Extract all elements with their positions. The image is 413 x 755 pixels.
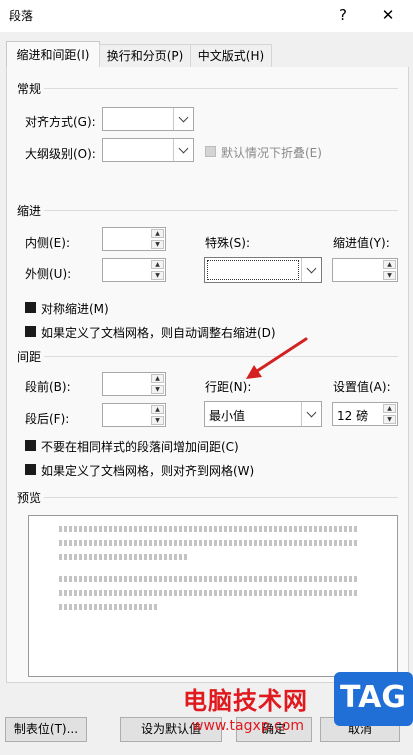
special-indent-label: 特殊(S):	[205, 236, 251, 250]
close-icon: ✕	[381, 6, 395, 24]
mirror-indent-label: 对称缩进(M)	[41, 302, 109, 316]
watermark-site-name: 电脑技术网	[183, 687, 308, 715]
space-after-label: 段后(F):	[25, 412, 70, 426]
space-before-spinner[interactable]: ▲ ▼	[102, 372, 166, 396]
logo-text: TAG	[340, 680, 406, 715]
annotation-arrow-icon	[246, 337, 308, 379]
help-button[interactable]: ?	[331, 4, 355, 26]
preview-line	[59, 590, 359, 596]
space-after-spinner[interactable]: ▲ ▼	[102, 403, 166, 427]
spin-up-icon[interactable]: ▲	[151, 405, 164, 414]
divider	[44, 88, 398, 89]
spin-down-icon[interactable]: ▼	[383, 415, 396, 424]
snap-to-grid-checkbox[interactable]	[25, 464, 36, 475]
outline-level-label: 大纲级别(O):	[25, 147, 96, 161]
chevron-down-icon	[173, 139, 193, 161]
close-button[interactable]: ✕	[376, 4, 400, 26]
spin-up-icon[interactable]: ▲	[383, 260, 396, 269]
preview-pane	[28, 515, 398, 677]
preview-line	[59, 526, 359, 532]
tab-indent-spacing[interactable]: 缩进和间距(I)	[6, 41, 100, 69]
inner-indent-spinner[interactable]: ▲ ▼	[102, 227, 166, 251]
alignment-label: 对齐方式(G):	[25, 115, 96, 129]
spin-down-icon[interactable]: ▼	[383, 271, 396, 280]
window-title: 段落	[9, 9, 34, 23]
line-spacing-combo[interactable]: 最小值	[204, 401, 322, 427]
tab-asian-typography[interactable]: 中文版式(H)	[190, 44, 272, 67]
tabs-button[interactable]: 制表位(T)...	[5, 717, 87, 742]
chevron-down-icon	[301, 402, 321, 426]
preview-line	[59, 540, 359, 546]
section-indent-heading: 缩进	[17, 204, 42, 218]
section-spacing-heading: 间距	[17, 350, 42, 364]
no-space-same-style-label: 不要在相同样式的段落间增加间距(C)	[41, 440, 239, 454]
divider	[44, 497, 398, 498]
section-general-heading: 常规	[17, 82, 42, 96]
spin-up-icon[interactable]: ▲	[151, 229, 164, 238]
line-spacing-value: 最小值	[209, 409, 246, 423]
chevron-down-icon	[173, 108, 193, 130]
mirror-indent-checkbox[interactable]	[25, 302, 36, 313]
spacing-at-spinner[interactable]: 12 磅 ▲ ▼	[332, 402, 398, 426]
spin-down-icon[interactable]: ▼	[151, 416, 164, 425]
spacing-at-label: 设置值(A):	[333, 380, 391, 394]
auto-right-indent-checkbox[interactable]	[25, 326, 36, 337]
preview-line	[59, 604, 159, 610]
no-space-same-style-checkbox[interactable]	[25, 440, 36, 451]
snap-to-grid-label: 如果定义了文档网格，则对齐到网格(W)	[41, 464, 255, 478]
outer-indent-label: 外侧(U):	[25, 267, 72, 281]
focus-rect	[207, 260, 299, 280]
spin-down-icon[interactable]: ▼	[151, 385, 164, 394]
watermark-url: www.tagxp.com	[192, 718, 304, 734]
alignment-combo[interactable]	[102, 107, 194, 131]
outline-level-combo[interactable]	[102, 138, 194, 162]
space-before-label: 段前(B):	[25, 380, 71, 394]
section-preview-heading: 预览	[17, 491, 42, 505]
collapsed-label: 默认情况下折叠(E)	[221, 146, 322, 160]
special-indent-combo[interactable]	[204, 257, 322, 283]
spin-up-icon[interactable]: ▲	[151, 260, 164, 269]
spacing-at-value: 12 磅	[337, 409, 369, 423]
outer-indent-spinner[interactable]: ▲ ▼	[102, 258, 166, 282]
preview-line	[59, 576, 359, 582]
collapsed-checkbox[interactable]	[205, 146, 216, 157]
spin-up-icon[interactable]: ▲	[151, 374, 164, 383]
spin-down-icon[interactable]: ▼	[151, 240, 164, 249]
inner-indent-label: 内侧(E):	[25, 236, 70, 250]
tab-line-page-breaks[interactable]: 换行和分页(P)	[99, 44, 191, 67]
preview-line	[59, 554, 189, 560]
indent-by-spinner[interactable]: ▲ ▼	[332, 258, 398, 282]
spin-up-icon[interactable]: ▲	[383, 404, 396, 413]
chevron-down-icon	[301, 258, 321, 282]
divider	[44, 356, 398, 357]
spin-down-icon[interactable]: ▼	[151, 271, 164, 280]
indent-by-label: 缩进值(Y):	[333, 236, 390, 250]
divider	[44, 210, 398, 211]
watermark-logo: TAG	[334, 672, 413, 726]
